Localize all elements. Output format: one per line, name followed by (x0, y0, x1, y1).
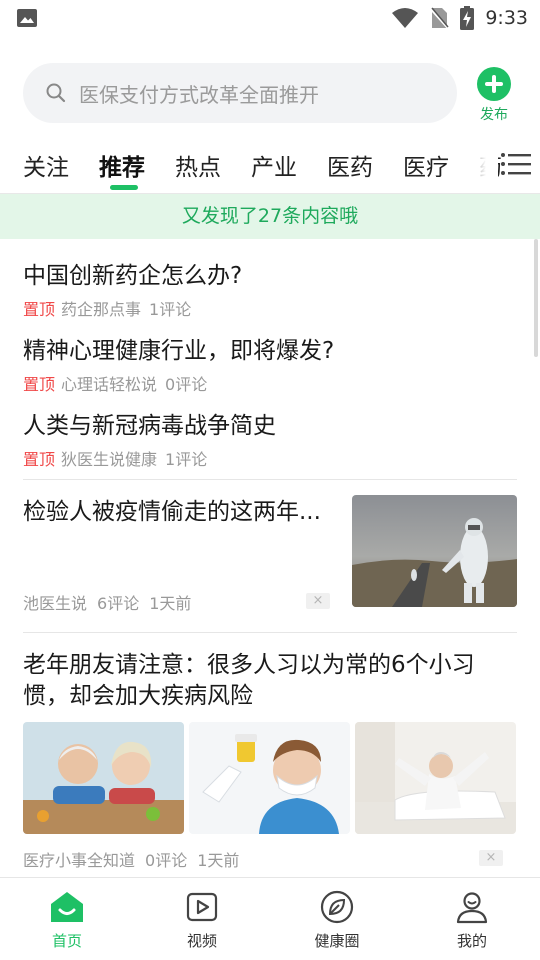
dismiss-button[interactable]: × (306, 593, 330, 609)
publish-label: 发布 (480, 107, 508, 123)
search-bar[interactable]: 医保支付方式改革全面推开 (23, 63, 457, 123)
doctor-sample-image (189, 722, 350, 834)
nav-video[interactable]: 视频 (162, 890, 242, 951)
article-thumbnail[interactable] (355, 722, 516, 834)
article-thumbnail[interactable] (352, 495, 517, 607)
news-feed: 中国创新药企怎么办? 置顶 药企那点事 1评论 精神心理健康行业，即将爆发? 置顶心… (0, 239, 540, 877)
source-name: 心理话轻松说 (61, 375, 158, 394)
article-meta: 医疗小事全知道 0评论 1天前 (23, 847, 249, 871)
tab-recommend[interactable]: 推荐 (99, 148, 145, 182)
pinned-tag: 置顶 (23, 375, 56, 394)
nav-profile[interactable]: 我的 (432, 890, 512, 951)
publish-time: 1天前 (197, 851, 240, 870)
pinned-item[interactable]: 人类与新冠病毒战争简史 置顶 狄医生说健康 1评论 (23, 406, 513, 470)
pinned-tag: 置顶 (23, 300, 56, 319)
nav-home[interactable]: 首页 (27, 890, 107, 951)
nav-label: 视频 (186, 932, 217, 950)
leaf-icon (320, 890, 354, 924)
clock: 9:33 (485, 7, 528, 29)
category-tabs: 关注 推荐 热点 产业 医药 医疗 药 (0, 140, 540, 192)
pinned-item[interactable]: 精神心理健康行业，即将爆发? 置顶 心理话轻松说 0评论 (23, 331, 513, 395)
pinned-title: 人类与新冠病毒战争简史 (23, 413, 276, 439)
source-name: 狄医生说健康 (61, 450, 158, 469)
nav-label: 健康圈 (314, 932, 360, 950)
search-icon (46, 83, 66, 103)
refresh-notice: 又发现了27条内容哦 (0, 194, 540, 239)
comment-count: 1评论 (149, 300, 192, 319)
article-title[interactable]: 检验人被疫情偷走的这两年... (23, 497, 323, 528)
elderly-man-stretching-image (355, 722, 516, 834)
bottom-navigation: 首页 视频 健康圈 我的 (0, 877, 540, 960)
nav-label: 首页 (51, 932, 82, 950)
feed-divider (23, 479, 517, 480)
source-name: 药企那点事 (61, 300, 142, 319)
pinned-meta: 置顶 药企那点事 1评论 (23, 296, 513, 320)
active-tab-indicator (110, 185, 138, 190)
battery-charging-icon (460, 6, 475, 30)
tab-hot[interactable]: 热点 (175, 148, 221, 182)
comment-count: 1评论 (165, 450, 208, 469)
status-bar: 9:33 (0, 0, 540, 36)
source-name: 医疗小事全知道 (23, 851, 136, 870)
pinned-title: 中国创新药企怎么办? (23, 263, 243, 289)
search-placeholder: 医保支付方式改革全面推开 (79, 82, 319, 107)
wifi-icon (392, 8, 419, 28)
dismiss-button[interactable]: × (479, 850, 503, 866)
tab-pharma[interactable]: 医药 (327, 148, 373, 182)
tab-medical[interactable]: 医疗 (403, 148, 449, 182)
tab-industry[interactable]: 产业 (251, 148, 297, 182)
tab-fade-overlay (458, 140, 498, 188)
hazmat-worker-image (352, 495, 517, 607)
image-notification-icon (17, 9, 37, 27)
source-name: 池医生说 (23, 594, 88, 613)
scrollbar[interactable] (534, 239, 538, 357)
article-thumbnail[interactable] (23, 722, 184, 834)
pinned-title: 精神心理健康行业，即将爆发? (23, 338, 335, 364)
elderly-couple-image (23, 722, 184, 834)
no-sim-icon (430, 7, 450, 29)
video-icon (186, 892, 218, 922)
pinned-meta: 置顶 狄医生说健康 1评论 (23, 446, 513, 470)
comment-count: 0评论 (145, 851, 188, 870)
plus-icon (477, 67, 511, 101)
profile-icon (456, 892, 488, 924)
pinned-tag: 置顶 (23, 450, 56, 469)
pinned-item[interactable]: 中国创新药企怎么办? 置顶 药企那点事 1评论 (23, 256, 513, 320)
comment-count: 6评论 (97, 594, 140, 613)
article-title[interactable]: 老年朋友请注意：很多人习以为常的6个小习惯，却会加大疾病风险 (23, 650, 517, 712)
publish-button[interactable]: 发布 (470, 64, 518, 126)
feed-divider (23, 632, 517, 633)
nav-health-circle[interactable]: 健康圈 (297, 890, 377, 951)
tab-follow[interactable]: 关注 (23, 148, 69, 182)
pinned-meta: 置顶 心理话轻松说 0评论 (23, 371, 513, 395)
nav-label: 我的 (456, 932, 487, 950)
channel-menu-icon[interactable] (500, 150, 532, 178)
comment-count: 0评论 (165, 375, 208, 394)
article-thumbnail[interactable] (189, 722, 350, 834)
article-meta: 池医生说 6评论 1天前 (23, 590, 201, 614)
home-icon (51, 892, 83, 922)
publish-time: 1天前 (149, 594, 192, 613)
